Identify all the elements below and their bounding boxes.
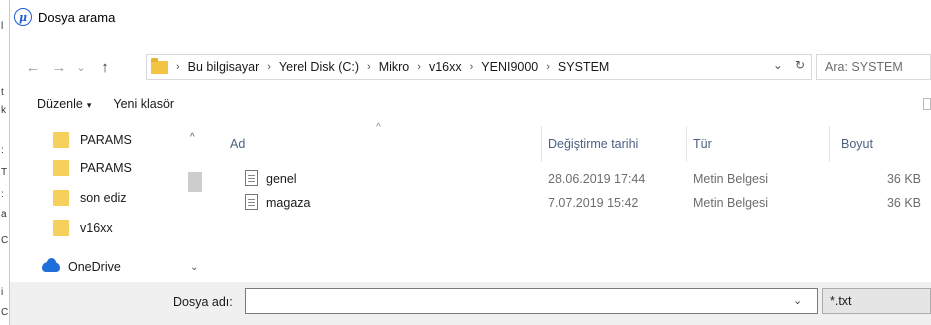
address-bar-tools: ⌄ ↻ [773, 58, 805, 72]
column-header-size[interactable]: Boyut [841, 124, 873, 164]
bottom-bar: Dosya adı: ⌄ *.txt [10, 282, 931, 325]
folder-icon [53, 160, 69, 176]
file-row[interactable]: genel 28.06.2019 17:44 Metin Belgesi 36 … [214, 168, 931, 192]
nav-item-label: OneDrive [68, 260, 121, 274]
scroll-down-chevron-icon[interactable]: ⌄ [190, 262, 198, 273]
nav-item-v16xx[interactable]: v16xx [53, 220, 113, 236]
breadcrumb-yeni9000[interactable]: YENI9000 [481, 60, 538, 74]
background-window-strip: l t k : T : a C i C [0, 0, 10, 325]
file-name: magaza [266, 196, 311, 210]
recent-locations-chevron-icon[interactable]: ⌄ [70, 61, 92, 74]
up-arrow-icon[interactable]: ↑ [94, 59, 116, 76]
new-folder-button[interactable]: Yeni klasör [113, 97, 174, 111]
navigation-pane: PARAMS PARAMS son ediz v16xx OneDrive ^ … [10, 124, 212, 282]
address-bar[interactable]: › Bu bilgisayar › Yerel Disk (C:) › Mikr… [146, 54, 812, 80]
nav-item-label: PARAMS [80, 133, 132, 147]
breadcrumb-separator-icon[interactable]: › [367, 61, 371, 73]
nav-item-params[interactable]: PARAMS [53, 132, 132, 148]
breadcrumb-separator-icon[interactable]: › [417, 61, 421, 73]
folder-icon [53, 220, 69, 236]
view-options-icon[interactable] [923, 98, 931, 110]
background-glyph: t [1, 87, 4, 98]
app-mikro-icon: μ [14, 8, 32, 26]
breadcrumb-mikro[interactable]: Mikro [379, 60, 410, 74]
file-list: ^ Ad Değiştirme tarihi Tür Boyut genel 2… [214, 122, 931, 282]
nav-item-label: v16xx [80, 221, 113, 235]
filename-history-chevron-icon[interactable]: ⌄ [793, 294, 802, 307]
text-document-icon [245, 170, 258, 186]
file-type: Metin Belgesi [693, 172, 769, 186]
column-divider[interactable] [541, 126, 542, 162]
nav-pane-scrollbar[interactable]: ^ ⌄ [188, 124, 202, 282]
column-header-name[interactable]: Ad [230, 124, 245, 164]
file-modified: 7.07.2019 15:42 [548, 196, 639, 210]
breadcrumb-separator-icon: › [176, 61, 180, 73]
breadcrumb-system[interactable]: SYSTEM [558, 60, 609, 74]
background-glyph: k [1, 105, 6, 116]
breadcrumb-separator-icon[interactable]: › [470, 61, 474, 73]
title-bar[interactable]: μ Dosya arama [10, 0, 931, 34]
organize-button[interactable]: Düzenle ▾ [37, 97, 91, 111]
scroll-up-chevron-icon[interactable]: ^ [190, 132, 195, 143]
background-glyph: i [1, 287, 4, 298]
chevron-down-icon: ▾ [86, 100, 92, 110]
filename-input[interactable] [245, 288, 818, 314]
nav-item-label: son ediz [80, 191, 127, 205]
nav-item-onedrive[interactable]: OneDrive [42, 258, 121, 274]
refresh-icon[interactable]: ↻ [795, 58, 805, 72]
onedrive-cloud-icon [42, 258, 60, 272]
column-divider[interactable] [686, 126, 687, 162]
file-type-select[interactable]: *.txt [822, 288, 931, 314]
nav-item-params[interactable]: PARAMS [53, 160, 132, 176]
file-modified: 28.06.2019 17:44 [548, 172, 646, 186]
navigation-bar: ← → ⌄ ↑ › Bu bilgisayar › Yerel Disk (C:… [10, 52, 931, 82]
breadcrumb-separator-icon[interactable]: › [546, 61, 550, 73]
column-header-type[interactable]: Tür [693, 124, 712, 164]
filename-label: Dosya adı: [173, 295, 233, 309]
command-toolbar: Düzenle ▾ Yeni klasör [10, 92, 931, 116]
file-row[interactable]: magaza 7.07.2019 15:42 Metin Belgesi 36 … [214, 192, 931, 216]
breadcrumb-v16xx[interactable]: v16xx [429, 60, 462, 74]
sort-ascending-icon: ^ [376, 122, 381, 133]
address-history-chevron-icon[interactable]: ⌄ [773, 58, 783, 72]
file-name: genel [266, 172, 297, 186]
column-divider[interactable] [829, 126, 830, 162]
window-title: Dosya arama [38, 9, 116, 25]
background-glyph: : [1, 189, 4, 200]
folder-icon [53, 190, 69, 206]
background-glyph: l [1, 21, 4, 32]
nav-item-son-ediz[interactable]: son ediz [53, 190, 127, 206]
file-size: 36 KB [886, 172, 921, 186]
background-glyph: C [1, 235, 9, 246]
forward-arrow-icon[interactable]: → [48, 59, 70, 76]
file-type: Metin Belgesi [693, 196, 769, 210]
background-glyph: C [1, 307, 9, 318]
background-glyph: a [1, 209, 7, 220]
breadcrumb-separator-icon[interactable]: › [267, 61, 271, 73]
background-glyph: : [1, 145, 4, 156]
back-arrow-icon[interactable]: ← [22, 59, 44, 76]
folder-icon [53, 132, 69, 148]
breadcrumb-this-pc[interactable]: Bu bilgisayar [188, 60, 260, 74]
column-header-modified[interactable]: Değiştirme tarihi [548, 124, 638, 164]
text-document-icon [245, 194, 258, 210]
breadcrumb-local-disk[interactable]: Yerel Disk (C:) [279, 60, 359, 74]
search-input[interactable]: Ara: SYSTEM [816, 54, 931, 80]
folder-icon [151, 57, 168, 74]
background-glyph: T [1, 167, 8, 178]
organize-label: Düzenle [37, 97, 83, 111]
scroll-thumb[interactable] [188, 172, 202, 192]
file-open-dialog: μ Dosya arama ← → ⌄ ↑ › Bu bilgisayar › … [10, 0, 931, 325]
nav-item-label: PARAMS [80, 161, 132, 175]
file-size: 36 KB [886, 196, 921, 210]
